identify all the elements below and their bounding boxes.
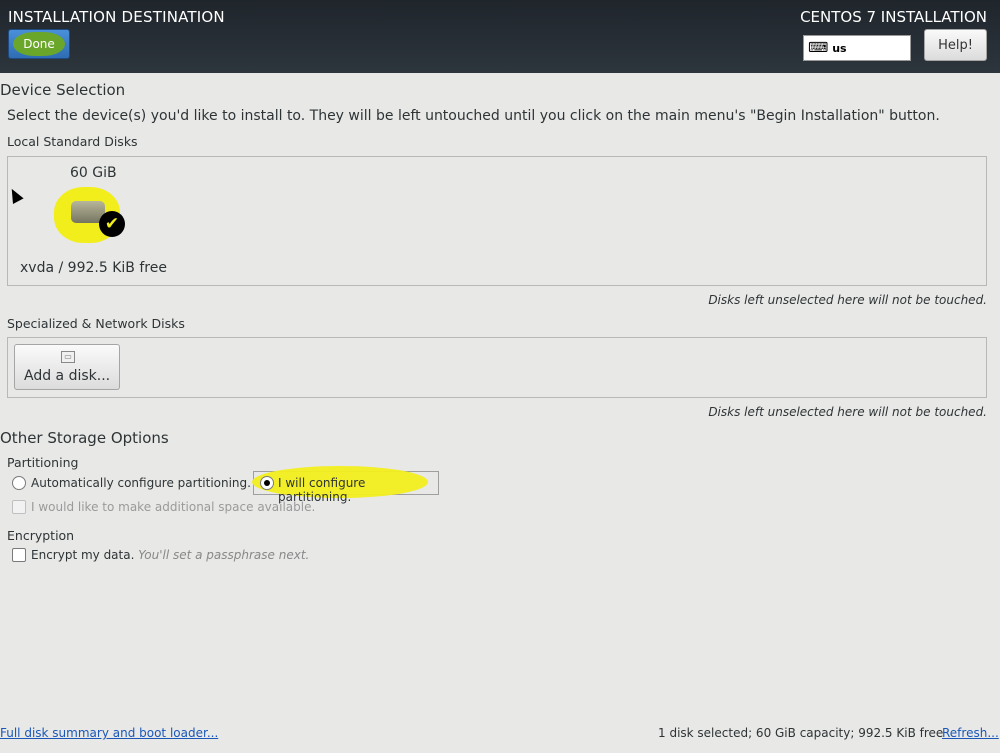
partitioning-title: Partitioning (7, 455, 79, 470)
disk-separator: / (58, 260, 64, 276)
network-disks-note: Disks left unselected here will not be t… (708, 405, 987, 419)
manual-partition-option[interactable]: I will configure partitioning. (252, 466, 439, 504)
local-disks-panel: 60 GiB ✔ xvda / 992.5 KiB free (7, 156, 987, 286)
disk-name: xvda (20, 260, 55, 276)
disk-icon-group[interactable]: ✔ (54, 187, 125, 243)
done-label: Done (23, 37, 55, 51)
encrypt-label: Encrypt my data. (31, 548, 135, 562)
disk-summary-link[interactable]: Full disk summary and boot loader... (0, 726, 218, 740)
keyboard-layout-label: us (832, 41, 847, 55)
refresh-link[interactable]: Refresh... (942, 726, 999, 740)
add-disk-button[interactable]: ▭ Add a disk... (14, 344, 120, 390)
add-disk-icon: ▭ (61, 351, 75, 363)
encrypt-checkbox[interactable] (12, 548, 26, 562)
keyboard-layout-indicator[interactable]: ⌨ us (803, 35, 911, 61)
keyboard-icon: ⌨ (808, 40, 829, 56)
encryption-title: Encryption (7, 528, 75, 543)
local-disks-note: Disks left unselected here will not be t… (708, 293, 987, 307)
device-selection-instructions: Select the device(s) you'd like to insta… (7, 108, 940, 124)
device-selection-title: Device Selection (0, 81, 126, 99)
help-button[interactable]: Help! (924, 29, 987, 61)
header-bar: INSTALLATION DESTINATION Done CENTOS 7 I… (0, 0, 1000, 73)
done-button[interactable]: Done (8, 29, 70, 59)
auto-partition-label[interactable]: Automatically configure partitioning. (31, 476, 251, 490)
storage-options-title: Other Storage Options (0, 429, 169, 447)
encrypt-option[interactable]: Encrypt my data. You'll set a passphrase… (31, 548, 309, 562)
local-disks-title: Local Standard Disks (7, 134, 138, 149)
manual-partition-radio[interactable] (260, 476, 274, 490)
disk-size: 60 GiB (70, 165, 117, 181)
product-title: CENTOS 7 INSTALLATION (800, 8, 987, 26)
reclaim-space-checkbox[interactable] (12, 500, 26, 514)
auto-partition-radio[interactable] (12, 476, 26, 490)
selection-status: 1 disk selected; 60 GiB capacity; 992.5 … (658, 726, 944, 740)
disk-free: 992.5 KiB free (67, 260, 167, 276)
spoke-title: INSTALLATION DESTINATION (8, 8, 225, 26)
add-disk-label: Add a disk... (24, 368, 111, 384)
reclaim-space-label: I would like to make additional space av… (31, 500, 316, 514)
network-disks-panel: ▭ Add a disk... (7, 337, 987, 398)
network-disks-title: Specialized & Network Disks (7, 316, 185, 331)
encrypt-hint: You'll set a passphrase next. (138, 548, 310, 562)
checkmark-icon: ✔ (99, 211, 125, 237)
disk-name-line: xvda / 992.5 KiB free (20, 260, 167, 276)
